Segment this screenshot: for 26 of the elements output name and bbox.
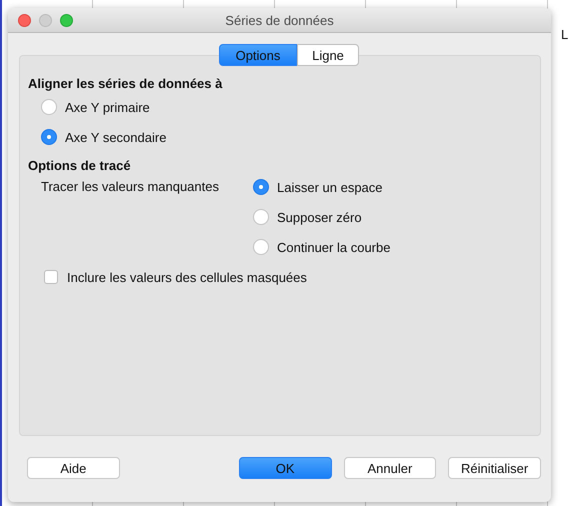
- radio-button[interactable]: [253, 209, 269, 225]
- tab[interactable]: Options: [219, 44, 297, 66]
- ok-button[interactable]: OK: [238, 457, 332, 479]
- radio-label: Laisser un espace: [277, 180, 383, 194]
- section-heading: Options de tracé: [28, 158, 132, 173]
- radio-label: Axe Y secondaire: [65, 130, 166, 144]
- dialog-button[interactable]: Aide: [27, 457, 120, 479]
- dialog-button[interactable]: Réinitialiser: [448, 457, 541, 479]
- dialog-button[interactable]: Annuler: [344, 457, 436, 479]
- close-icon[interactable]: [18, 14, 31, 26]
- column-label: L: [561, 27, 568, 42]
- checkbox[interactable]: [44, 270, 58, 284]
- window-title: Séries de données: [225, 12, 334, 28]
- minimize-icon[interactable]: [39, 14, 52, 26]
- tab[interactable]: Ligne: [297, 44, 359, 66]
- radio-button[interactable]: [41, 99, 57, 115]
- radio-button[interactable]: [41, 129, 57, 145]
- radio-label: Axe Y primaire: [65, 100, 150, 114]
- zoom-icon[interactable]: [60, 14, 73, 26]
- radio-button[interactable]: [253, 239, 269, 255]
- checkbox-label: Inclure les valeurs des cellules masquées: [67, 270, 307, 284]
- radio-label: Supposer zéro: [277, 210, 362, 224]
- field-label: Tracer les valeurs manquantes: [41, 178, 220, 196]
- radio-label: Continuer la courbe: [277, 240, 390, 254]
- section-heading: Aligner les séries de données à: [28, 76, 224, 91]
- radio-button[interactable]: [253, 179, 269, 195]
